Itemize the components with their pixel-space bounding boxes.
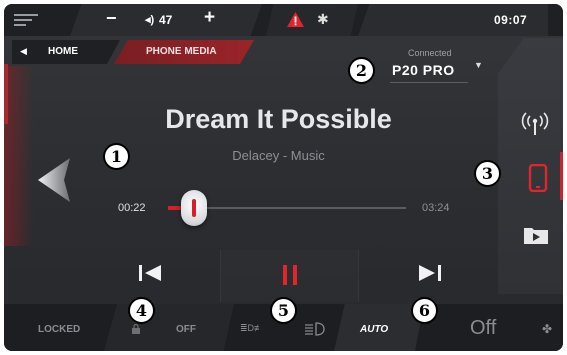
chevron-left-icon[interactable] (38, 158, 70, 202)
bluetooth-icon: ✱ (317, 11, 329, 27)
volume-down-button[interactable]: − (106, 8, 117, 29)
off-status[interactable]: OFF (176, 324, 196, 335)
next-button[interactable] (360, 250, 499, 302)
breadcrumb: ◀ HOME PHONE MEDIA (4, 40, 264, 64)
connection-status: Connected (408, 48, 452, 58)
fog-light-icon[interactable]: ≣D≢ (240, 323, 263, 334)
folder-icon[interactable] (524, 226, 548, 244)
auto-mode[interactable]: AUTO (360, 324, 388, 335)
headlight-icon[interactable] (304, 322, 326, 336)
back-arrow-icon: ◀ (20, 46, 27, 56)
pause-icon (282, 265, 297, 285)
home-button[interactable]: ◀ HOME (12, 40, 120, 64)
progress-handle[interactable] (181, 190, 208, 226)
callout-2: 2 (348, 57, 375, 84)
pause-button[interactable] (220, 250, 359, 302)
volume-value: 47 (159, 13, 173, 27)
tab-phone-media-label: PHONE MEDIA (146, 46, 217, 57)
callout-5: 5 (270, 297, 297, 324)
callout-4: 4 (128, 297, 155, 324)
elapsed-time: 00:22 (118, 202, 146, 214)
fan-status[interactable]: Off (470, 317, 496, 340)
previous-track-icon (138, 265, 161, 281)
media-controls (80, 250, 498, 302)
device-selector[interactable]: P20 PRO (392, 62, 455, 78)
warning-icon[interactable] (287, 12, 304, 27)
callout-6: 6 (411, 297, 438, 324)
volume-up-button[interactable]: + (204, 7, 215, 29)
divider (390, 82, 468, 83)
speaker-icon: ◂) (145, 14, 155, 26)
callout-1: 1 (103, 143, 130, 170)
fan-icon[interactable]: ✤ (542, 322, 552, 336)
total-time: 03:24 (422, 202, 450, 214)
menu-icon[interactable] (14, 14, 38, 26)
chevron-down-icon[interactable]: ▼ (474, 60, 483, 70)
callout-3: 3 (474, 160, 501, 187)
lock-icon (132, 324, 140, 334)
song-artist: Delacey - Music (232, 148, 325, 163)
phone-icon[interactable] (527, 164, 549, 192)
status-bar: − ◂) 47 + ✱ 09:07 (4, 4, 563, 36)
song-title: Dream It Possible (165, 104, 392, 134)
tab-phone-media[interactable]: PHONE MEDIA (114, 40, 254, 64)
home-label: HOME (48, 46, 78, 57)
previous-button[interactable] (80, 250, 219, 302)
progress-slider[interactable] (168, 190, 406, 226)
radio-icon[interactable] (520, 112, 550, 136)
lock-status[interactable]: LOCKED (38, 324, 80, 335)
next-track-icon (418, 265, 441, 281)
active-indicator (560, 152, 563, 200)
clock: 09:07 (494, 13, 528, 27)
